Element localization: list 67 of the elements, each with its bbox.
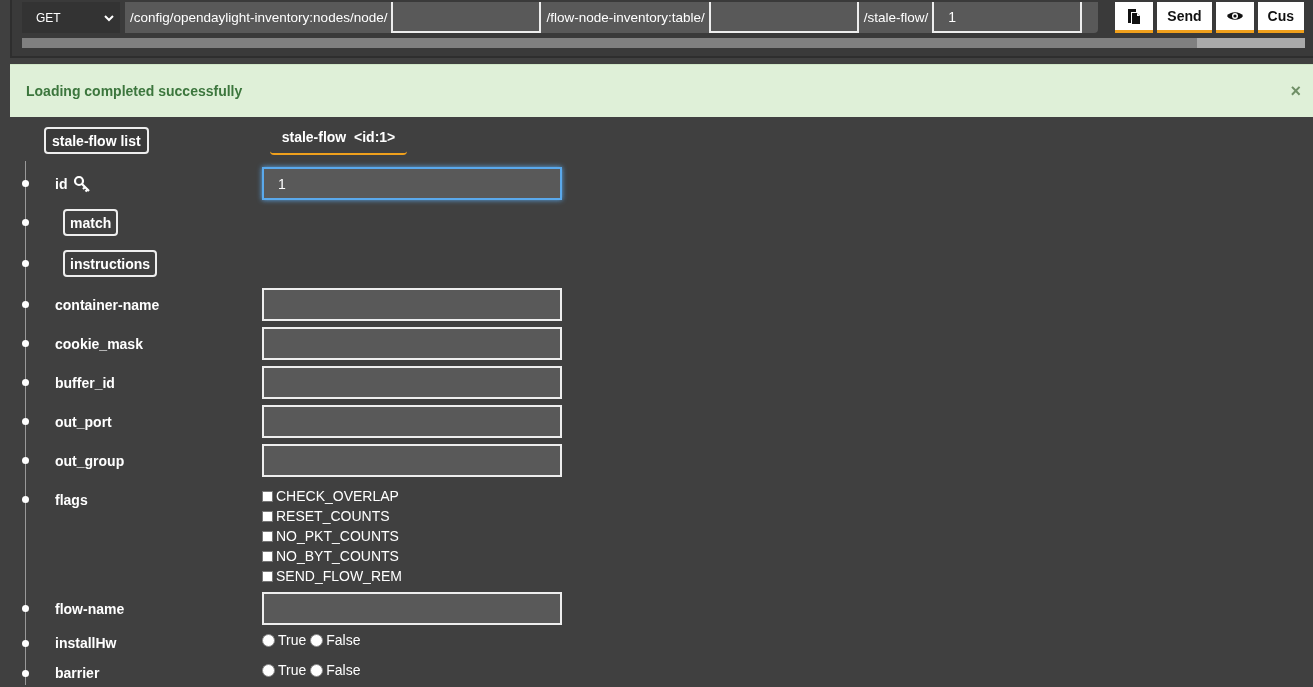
- checkbox[interactable]: [262, 570, 273, 582]
- field-label: barrier: [55, 665, 100, 681]
- checkbox-label: CHECK_OVERLAP: [276, 488, 399, 504]
- text-input[interactable]: 1: [262, 167, 562, 200]
- text-input[interactable]: [262, 405, 562, 438]
- tree-node-dot: [22, 639, 29, 647]
- tree-node-dot: [22, 669, 29, 677]
- toolbar-button[interactable]: Cus: [1257, 2, 1304, 33]
- alert-message: Loading completed successfully: [26, 83, 243, 99]
- text-input[interactable]: [262, 444, 562, 477]
- tree-node-dot: [22, 496, 29, 503]
- tree-node-dot: [22, 457, 29, 464]
- checkbox[interactable]: [262, 490, 273, 502]
- tree-node-dot: [22, 379, 29, 386]
- field-label: id: [55, 175, 68, 192]
- eye-icon: [1225, 10, 1244, 22]
- radio-label: False: [326, 632, 361, 648]
- text-input[interactable]: [262, 327, 562, 360]
- checkbox-label: SEND_FLOW_REM: [276, 568, 403, 584]
- field-label: buffer_id: [55, 374, 115, 391]
- text-input[interactable]: [262, 592, 562, 625]
- clipboard-icon: [1127, 8, 1142, 24]
- field-label: out_port: [55, 413, 112, 430]
- field-label: flags: [55, 491, 88, 508]
- text-input[interactable]: [262, 288, 562, 321]
- checkbox[interactable]: [262, 550, 273, 562]
- tree-node-dot: [22, 180, 29, 187]
- chevron-down-icon: [104, 13, 114, 22]
- radio-button[interactable]: [310, 663, 324, 677]
- path-text: /stale-flow/: [862, 9, 930, 27]
- tab[interactable]: stale-flow <id:1>: [269, 125, 408, 155]
- checkbox-label: NO_PKT_COUNTS: [276, 528, 399, 544]
- checkbox-label: RESET_COUNTS: [276, 508, 390, 524]
- path-input[interactable]: [391, 2, 542, 33]
- radio-label: True: [278, 632, 307, 648]
- path-input[interactable]: [708, 2, 859, 33]
- radio-label: True: [278, 662, 307, 678]
- checkbox[interactable]: [262, 510, 273, 522]
- path-text: /config/opendaylight-inventory:nodes/node/: [129, 9, 389, 27]
- preview-button[interactable]: [1215, 2, 1254, 33]
- path-text: /flow-node-inventory:table/: [545, 9, 706, 27]
- text-input[interactable]: [262, 366, 562, 399]
- radio-button[interactable]: [310, 633, 324, 647]
- container-button[interactable]: instructions: [63, 250, 158, 277]
- tree-node-dot: [22, 340, 29, 347]
- field-label: installHw: [55, 635, 117, 651]
- method-dropdown[interactable]: GET: [22, 2, 120, 33]
- tree-node-dot: [22, 605, 29, 612]
- radio-button[interactable]: [262, 663, 275, 677]
- radio-label: False: [326, 662, 361, 678]
- toolbar-button[interactable]: Send: [1157, 2, 1212, 33]
- tree-node-dot: [22, 301, 29, 308]
- field-label: flow-name: [55, 600, 125, 617]
- path-input[interactable]: 1: [932, 2, 1083, 33]
- container-button[interactable]: match: [63, 209, 119, 236]
- checkbox-label: NO_BYT_COUNTS: [276, 548, 399, 564]
- field-label: cookie_mask: [55, 335, 143, 352]
- field-label: container-name: [55, 296, 160, 313]
- tree-node-dot: [22, 260, 29, 267]
- tree-node-dot: [22, 219, 29, 226]
- tree-node-dot: [22, 418, 29, 425]
- list-button[interactable]: stale-flow list: [44, 127, 149, 154]
- radio-button[interactable]: [262, 633, 275, 647]
- horizontal-scrollbar[interactable]: [22, 38, 1305, 48]
- checkbox[interactable]: [262, 530, 273, 542]
- copy-button[interactable]: [1115, 2, 1154, 33]
- field-label: out_group: [55, 452, 125, 469]
